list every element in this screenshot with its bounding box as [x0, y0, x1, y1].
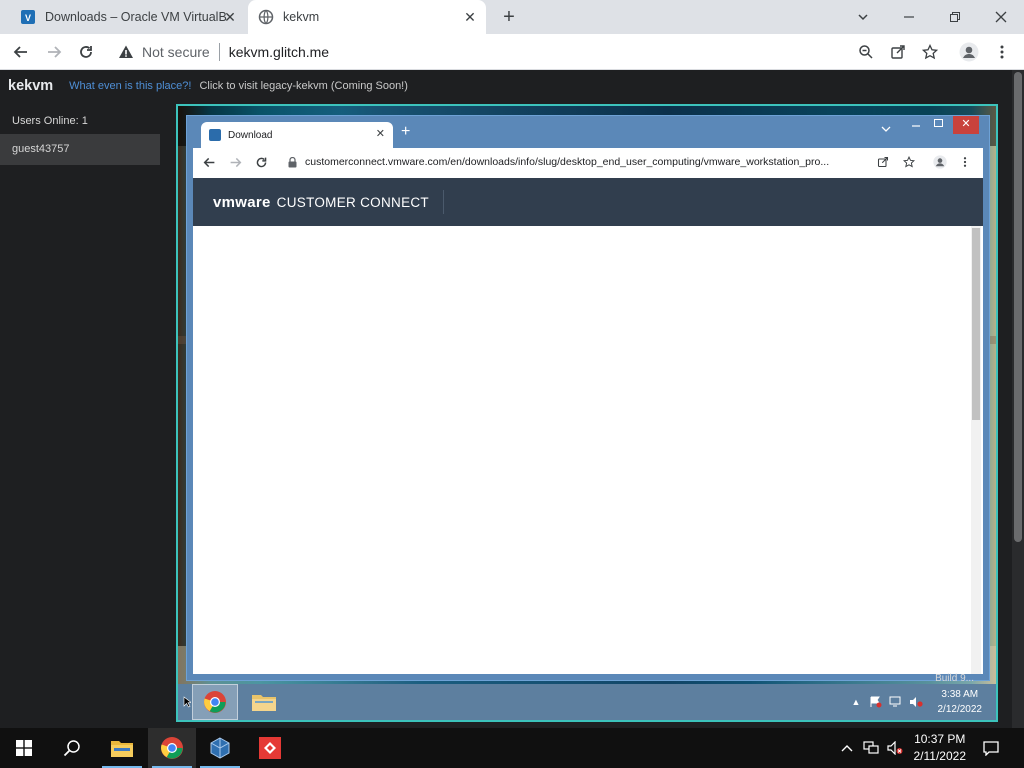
- security-status: Not secure: [142, 44, 210, 60]
- file-explorer-icon[interactable]: [98, 728, 146, 768]
- what-is-this-link[interactable]: What even is this place?!: [69, 80, 191, 92]
- guest-lock-icon[interactable]: [288, 156, 297, 171]
- volume-muted-icon[interactable]: [886, 739, 904, 757]
- guest-star-icon[interactable]: [902, 155, 916, 171]
- guest-url-text[interactable]: customerconnect.vmware.com/en/downloads/…: [305, 156, 829, 168]
- share-icon[interactable]: [887, 41, 909, 63]
- guest-taskbar-file-explorer[interactable]: [244, 684, 284, 720]
- reload-button[interactable]: [75, 41, 97, 63]
- guest-minimize-button[interactable]: [905, 116, 927, 138]
- guest-maximize-button[interactable]: [927, 116, 949, 138]
- vmware-favicon-icon: [209, 129, 221, 141]
- restore-button[interactable]: [932, 0, 978, 34]
- tab-virtualbox-downloads[interactable]: V Downloads – Oracle VM VirtualB ✕: [10, 0, 246, 34]
- guest-scrollbar-thumb[interactable]: [972, 228, 980, 420]
- guest-tray-chevron-icon[interactable]: ▲: [850, 684, 862, 720]
- windows-taskbar: 10:37 PM 2/11/2022: [0, 728, 1024, 768]
- profile-avatar-icon[interactable]: [958, 41, 980, 63]
- guest-tray-volume-muted-icon[interactable]: [908, 684, 924, 720]
- address-bar[interactable]: Not secure kekvm.glitch.me: [110, 38, 890, 66]
- users-sidebar: Users Online: 1 guest43757: [0, 102, 160, 165]
- guest-page-scrollbar[interactable]: [971, 226, 981, 674]
- tray-chevron-icon[interactable]: [838, 739, 856, 757]
- address-divider: [218, 43, 220, 61]
- close-tab-icon[interactable]: ✕: [222, 9, 238, 25]
- guest-tab-title: Download: [228, 129, 273, 141]
- network-icon[interactable]: [862, 739, 880, 757]
- new-tab-button[interactable]: +: [498, 7, 520, 29]
- search-icon[interactable]: [48, 728, 96, 768]
- desktop-watermark: Build 9...: [935, 673, 974, 684]
- tab-title: Downloads – Oracle VM VirtualB: [45, 10, 227, 24]
- guest-close-tab-icon[interactable]: ✕: [376, 127, 385, 140]
- guest-tab-download[interactable]: Download ✕: [201, 122, 393, 148]
- vmware-header: vmware CUSTOMER CONNECT: [193, 178, 983, 226]
- legacy-kekvm-link[interactable]: Click to visit legacy-kekvm (Coming Soon…: [199, 80, 407, 92]
- guest-reload-icon[interactable]: [255, 156, 268, 172]
- guest-tab-search-icon[interactable]: [875, 122, 897, 144]
- forward-button[interactable]: [43, 41, 65, 63]
- site-title: kekvm: [8, 78, 54, 94]
- warning-icon[interactable]: [118, 44, 134, 60]
- start-button[interactable]: [0, 728, 48, 768]
- guest-page-content[interactable]: vmware CUSTOMER CONNECT: [193, 178, 983, 674]
- users-online-count: Users Online: 1: [12, 115, 88, 127]
- vmware-customer-connect-logo[interactable]: vmware CUSTOMER CONNECT: [213, 194, 429, 211]
- guest-toolbar: customerconnect.vmware.com/en/downloads/…: [193, 148, 983, 178]
- anydesk-icon[interactable]: [246, 728, 294, 768]
- guest-menu-icon[interactable]: [963, 156, 967, 171]
- clock-time: 10:37 PM: [914, 732, 966, 746]
- svg-text:V: V: [25, 13, 31, 23]
- close-window-button[interactable]: [978, 0, 1024, 34]
- kebab-menu-icon[interactable]: [991, 41, 1013, 63]
- guest-start-button[interactable]: [182, 684, 192, 720]
- guest-close-window-button[interactable]: ✕: [953, 116, 979, 134]
- guest-date: 2/12/2022: [937, 704, 983, 715]
- guest-tabstrip: Download ✕ + ✕: [187, 116, 989, 148]
- close-tab-icon[interactable]: ✕: [462, 9, 478, 25]
- guest-browser-window[interactable]: Download ✕ + ✕ customerconnect.vmware.co…: [186, 115, 990, 681]
- guest-tray-network-icon[interactable]: [888, 684, 904, 720]
- back-button[interactable]: [10, 41, 32, 63]
- browser-toolbar: Not secure kekvm.glitch.me: [0, 34, 1024, 70]
- zoom-icon[interactable]: [855, 41, 877, 63]
- guest-tray-flag-icon[interactable]: [868, 684, 884, 720]
- header-divider: [443, 190, 444, 214]
- clock-date: 2/11/2022: [913, 749, 967, 763]
- guest-clock[interactable]: 3:38 AM 2/12/2022: [938, 687, 983, 717]
- customer-connect-text: CUSTOMER CONNECT: [276, 194, 429, 210]
- tab-search-chevron-icon[interactable]: [840, 0, 886, 34]
- virtualbox-favicon-icon: V: [20, 9, 36, 25]
- guest-taskbar: ▲ 3:38 AM 2/12/2022: [178, 684, 996, 720]
- user-list-item[interactable]: guest43757: [0, 134, 160, 165]
- page-scrollbar[interactable]: [1012, 70, 1024, 735]
- chrome-icon[interactable]: [148, 728, 196, 768]
- guest-share-icon[interactable]: [877, 156, 889, 171]
- guest-back-icon[interactable]: [203, 156, 216, 172]
- system-clock[interactable]: 10:37 PM 2/11/2022: [914, 731, 967, 765]
- page-header: kekvm What even is this place?! Click to…: [0, 70, 1012, 102]
- guest-forward-icon[interactable]: [229, 156, 242, 172]
- vm-screen[interactable]: Download ✕ + ✕ customerconnect.vmware.co…: [176, 104, 998, 722]
- url-text[interactable]: kekvm.glitch.me: [229, 44, 329, 60]
- guest-profile-icon[interactable]: [933, 155, 947, 172]
- guest-taskbar-chrome[interactable]: [192, 684, 238, 720]
- vmware-logo-text: vmware: [213, 193, 271, 211]
- guest-time: 3:38 AM: [941, 689, 979, 700]
- tab-title: kekvm: [283, 10, 320, 24]
- virtualbox-icon[interactable]: [196, 728, 244, 768]
- notifications-icon[interactable]: [982, 739, 1000, 757]
- tab-kekvm[interactable]: kekvm ✕: [248, 0, 486, 34]
- globe-icon: [258, 9, 274, 25]
- browser-tabstrip: V Downloads – Oracle VM VirtualB ✕ kekvm…: [0, 0, 1024, 34]
- scrollbar-thumb[interactable]: [1014, 72, 1022, 542]
- minimize-button[interactable]: [886, 0, 932, 34]
- bookmark-star-icon[interactable]: [919, 41, 941, 63]
- guest-new-tab-button[interactable]: +: [401, 124, 410, 140]
